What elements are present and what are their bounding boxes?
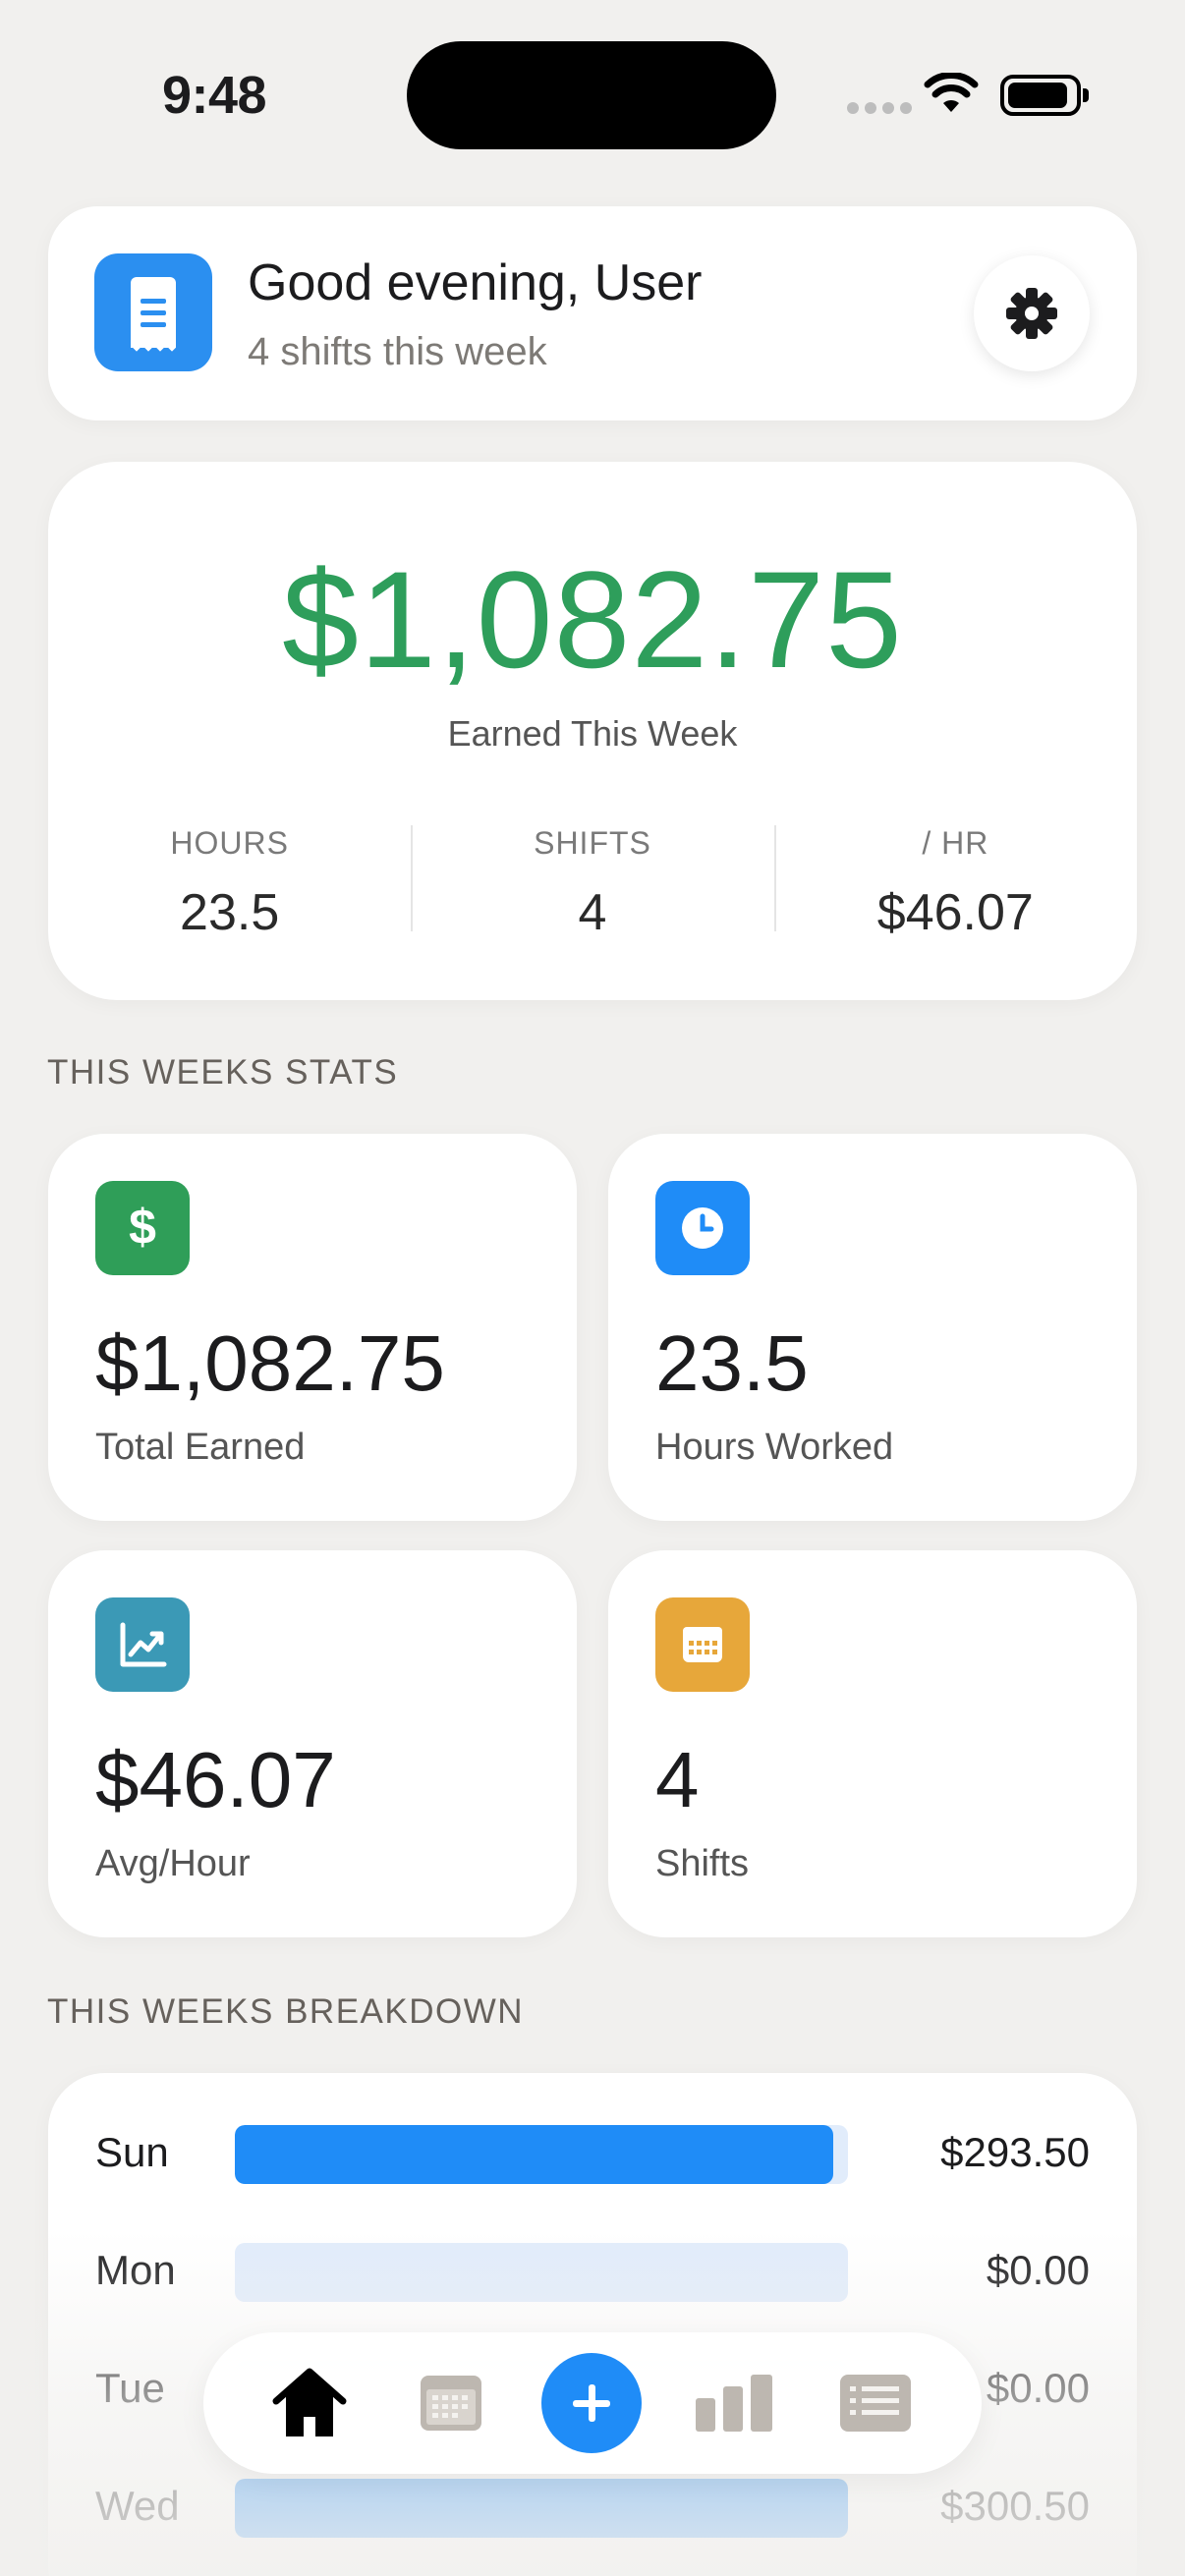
bar-chart-icon [696, 2375, 772, 2432]
weekly-earnings-amount: $1,082.75 [282, 542, 903, 697]
weekly-earnings-label: Earned This Week [447, 713, 738, 754]
breakdown-day: Wed [95, 2483, 180, 2529]
stat-tile-total-earned[interactable]: $ $1,082.75 Total Earned [48, 1134, 577, 1521]
stat-tile-shifts[interactable]: 4 Shifts [608, 1550, 1137, 1937]
calendar-icon [655, 1597, 750, 1692]
breakdown-amount: $293.50 [940, 2129, 1090, 2175]
breakdown-amount: $0.00 [986, 2365, 1090, 2411]
tab-list[interactable] [824, 2352, 927, 2454]
stat-tile-value: 23.5 [655, 1319, 809, 1407]
stat-tile-label: Total Earned [95, 1427, 306, 1468]
hero-stat-value: 23.5 [180, 884, 280, 941]
greeting-card: Good evening, User 4 shifts this week [48, 206, 1137, 420]
stat-tile-hours-worked[interactable]: 23.5 Hours Worked [608, 1134, 1137, 1521]
breakdown-day: Tue [95, 2365, 165, 2411]
stat-tile-value: $46.07 [95, 1736, 336, 1823]
breakdown-bar-track [235, 2243, 848, 2302]
tab-calendar[interactable] [400, 2352, 502, 2454]
greeting-subtitle: 4 shifts this week [248, 330, 547, 373]
clock-icon [655, 1181, 750, 1275]
stat-tile-label: Shifts [655, 1843, 750, 1884]
breakdown-day: Mon [95, 2247, 176, 2293]
cellular-signal-icon [847, 102, 912, 114]
stat-tile-value: 4 [655, 1736, 700, 1823]
tab-home[interactable] [258, 2352, 361, 2454]
greeting-title: Good evening, User [248, 254, 703, 311]
weekly-breakdown-card: Sun $293.50 Mon $0.00 Tue $0.00 Wed $300… [48, 2073, 1137, 2576]
hero-stat-rate: / HR $46.07 [773, 825, 1137, 942]
status-bar: 9:48 [0, 0, 1185, 187]
settings-button[interactable] [974, 255, 1090, 371]
breakdown-amount: $300.50 [940, 2483, 1090, 2529]
status-time: 9:48 [162, 66, 267, 125]
hero-stat-shifts: SHIFTS 4 [411, 825, 773, 942]
breakdown-bar [235, 2125, 834, 2184]
add-shift-button[interactable] [541, 2353, 642, 2453]
trend-chart-icon [95, 1597, 190, 1692]
weekly-earnings-card: $1,082.75 Earned This Week HOURS 23.5 SH… [48, 462, 1137, 1000]
breakdown-row[interactable]: Sun $293.50 [48, 2125, 1137, 2184]
tab-stats[interactable] [683, 2352, 785, 2454]
home-icon [272, 2368, 347, 2436]
stat-tile-label: Avg/Hour [95, 1843, 251, 1884]
tab-bar [203, 2332, 982, 2474]
hero-stat-hours: HOURS 23.5 [48, 825, 411, 942]
stats-section-title: THIS WEEKS STATS [47, 1053, 399, 1092]
hero-stat-label: HOURS [170, 825, 289, 861]
battery-icon [1000, 75, 1089, 116]
gear-icon [1006, 288, 1057, 339]
dynamic-island [407, 41, 776, 149]
hero-stat-label: SHIFTS [534, 825, 651, 861]
breakdown-bar [235, 2479, 848, 2538]
calendar-icon [421, 2376, 481, 2431]
breakdown-section-title: THIS WEEKS BREAKDOWN [47, 1992, 525, 2031]
hero-stat-value: 4 [578, 884, 607, 941]
breakdown-row[interactable]: Mon $0.00 [48, 2243, 1137, 2302]
receipt-icon [94, 253, 212, 371]
dollar-icon: $ [95, 1181, 190, 1275]
stat-tile-value: $1,082.75 [95, 1319, 445, 1407]
breakdown-row[interactable]: Wed $300.50 [48, 2479, 1137, 2538]
stat-tile-avg-hour[interactable]: $46.07 Avg/Hour [48, 1550, 577, 1937]
hero-stat-label: / HR [922, 825, 989, 861]
hero-stat-value: $46.07 [876, 884, 1034, 941]
breakdown-amount: $0.00 [986, 2247, 1090, 2293]
breakdown-bar-track [235, 2125, 848, 2184]
breakdown-bar-track [235, 2479, 848, 2538]
stat-tile-label: Hours Worked [655, 1427, 894, 1468]
list-icon [840, 2375, 911, 2432]
breakdown-day: Sun [95, 2129, 169, 2175]
wifi-icon [924, 73, 979, 112]
hero-stats: HOURS 23.5 SHIFTS 4 / HR $46.07 [48, 825, 1137, 942]
